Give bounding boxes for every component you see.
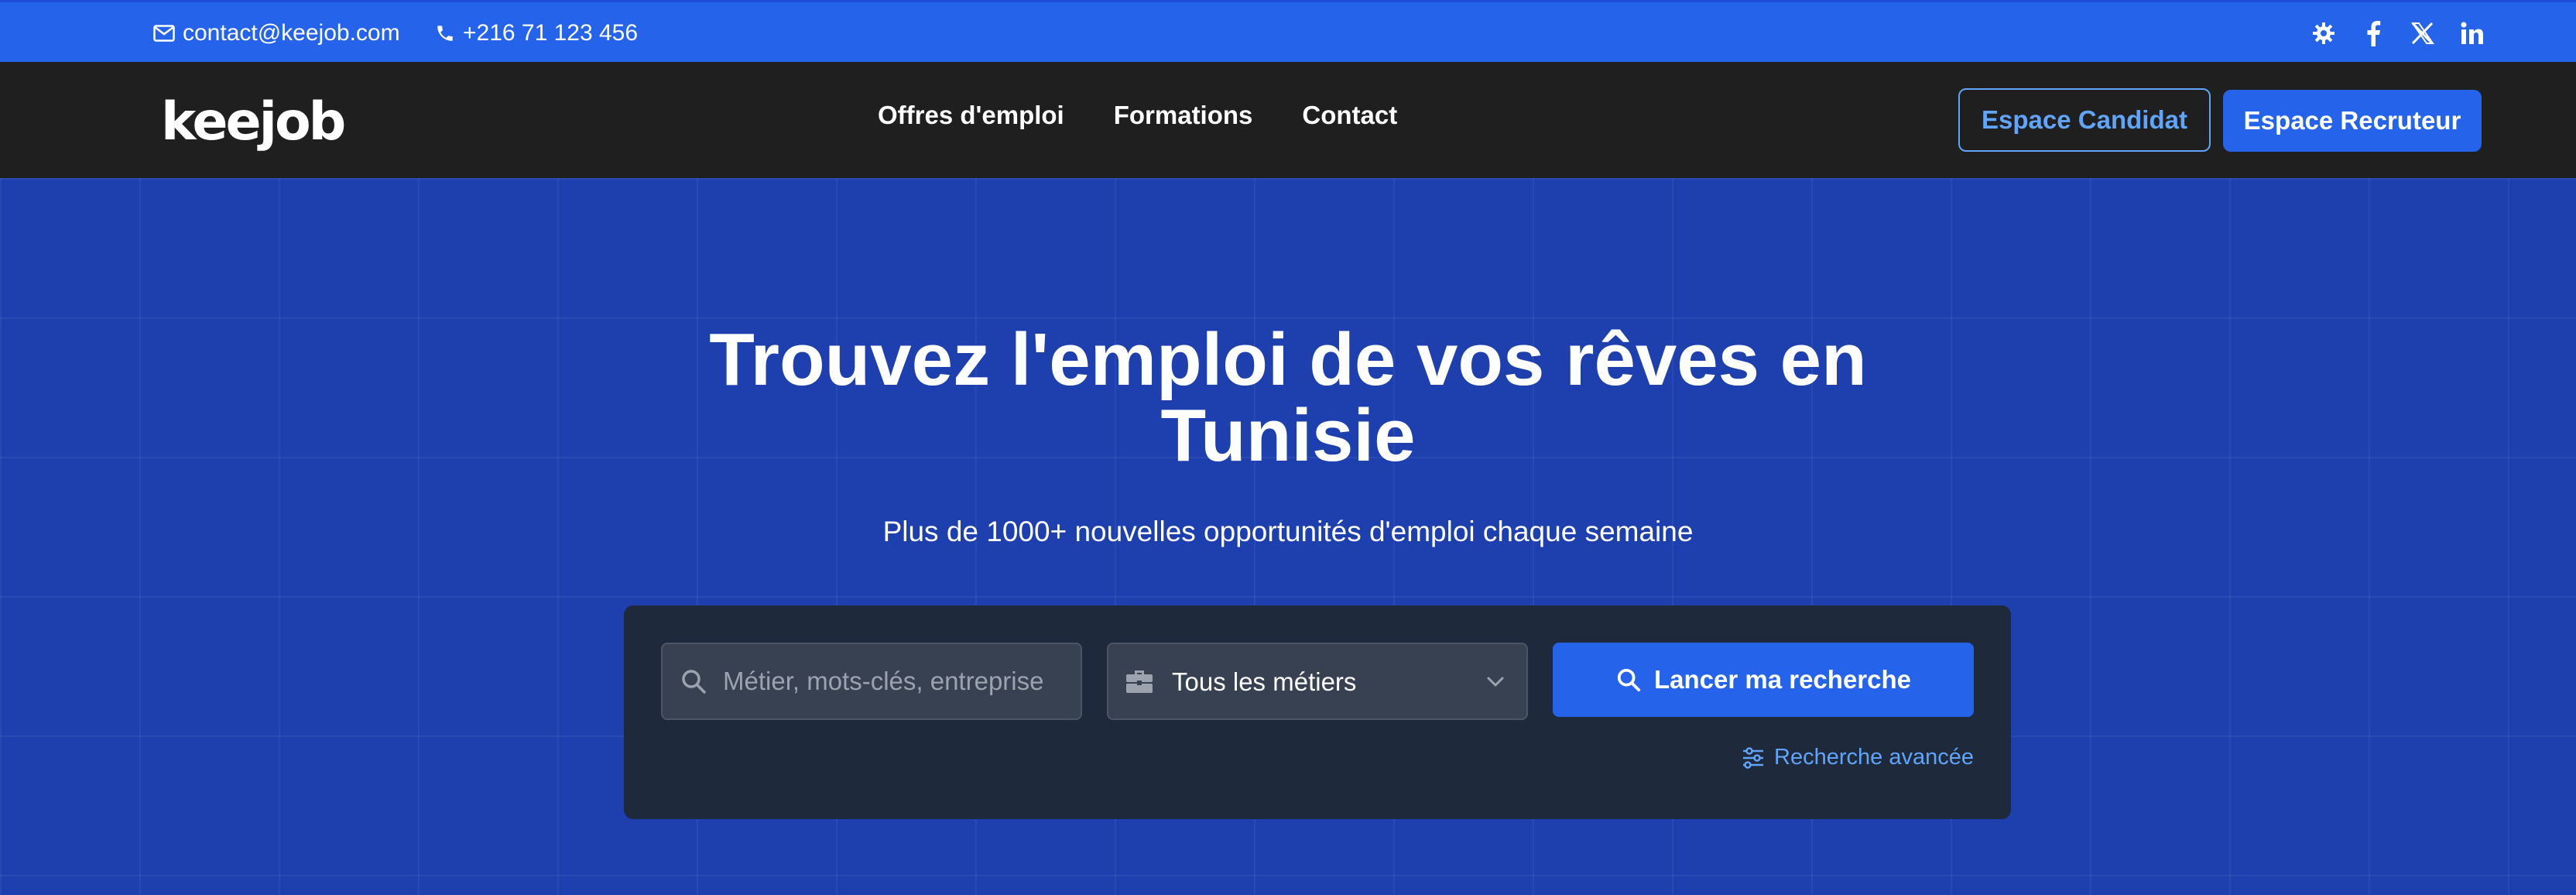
hero-title: Trouvez l'emploi de vos rêves en Tunisie — [0, 322, 2576, 474]
advanced-search-link[interactable]: Recherche avancée — [1742, 745, 1974, 770]
nav-link-formations[interactable]: Formations — [1114, 101, 1253, 130]
nav-links: Offres d'emploi Formations Contact — [878, 101, 1397, 130]
keejob-logo[interactable]: keejob — [161, 91, 346, 153]
keyword-input[interactable] — [723, 644, 1064, 718]
hero-title-line1: Trouvez l'emploi de vos rêves en — [709, 318, 1867, 401]
phone-contact[interactable]: +216 71 123 456 — [435, 16, 638, 50]
main-navbar: keejob Offres d'emploi Formations Contac… — [0, 62, 2576, 178]
hero-section: Trouvez l'emploi de vos rêves en Tunisie… — [0, 178, 2576, 895]
briefcase-icon — [1126, 670, 1153, 693]
envelope-icon — [153, 25, 175, 42]
nav-link-offres-emploi[interactable]: Offres d'emploi — [878, 101, 1064, 130]
email-text: contact@keejob.com — [183, 20, 400, 46]
category-select[interactable]: Tous les métiers — [1107, 643, 1528, 720]
top-contact-bar: contact@keejob.com +216 71 123 456 — [0, 0, 2576, 62]
espace-candidat-button[interactable]: Espace Candidat — [1958, 88, 2211, 152]
facebook-icon[interactable] — [2359, 19, 2387, 47]
search-icon — [682, 670, 706, 694]
phone-icon — [437, 26, 453, 41]
phone-text: +216 71 123 456 — [463, 20, 639, 46]
search-submit-button[interactable]: Lancer ma recherche — [1553, 643, 1974, 717]
search-panel: Tous les métiers Lancer ma recherche Rec… — [624, 605, 2011, 819]
nav-link-contact[interactable]: Contact — [1302, 101, 1397, 130]
keyword-field[interactable] — [661, 643, 1082, 720]
social-links — [2310, 16, 2486, 50]
advanced-search-label: Recherche avancée — [1774, 745, 1974, 770]
email-contact[interactable]: contact@keejob.com — [153, 16, 400, 50]
search-icon — [1617, 668, 1641, 692]
search-submit-label: Lancer ma recherche — [1653, 665, 1911, 694]
hero-title-line2: Tunisie — [1160, 394, 1416, 477]
chevron-down-icon — [1487, 677, 1504, 687]
espace-recruteur-button[interactable]: Espace Recruteur — [2223, 90, 2482, 152]
sliders-icon — [1743, 746, 1764, 769]
hero-subtitle: Plus de 1000+ nouvelles opportunités d'e… — [882, 516, 1694, 547]
x-twitter-icon[interactable] — [2409, 19, 2437, 47]
linkedin-icon[interactable] — [2458, 19, 2486, 47]
category-selected-value: Tous les métiers — [1172, 667, 1357, 696]
theme-gear-icon[interactable] — [2310, 19, 2338, 47]
